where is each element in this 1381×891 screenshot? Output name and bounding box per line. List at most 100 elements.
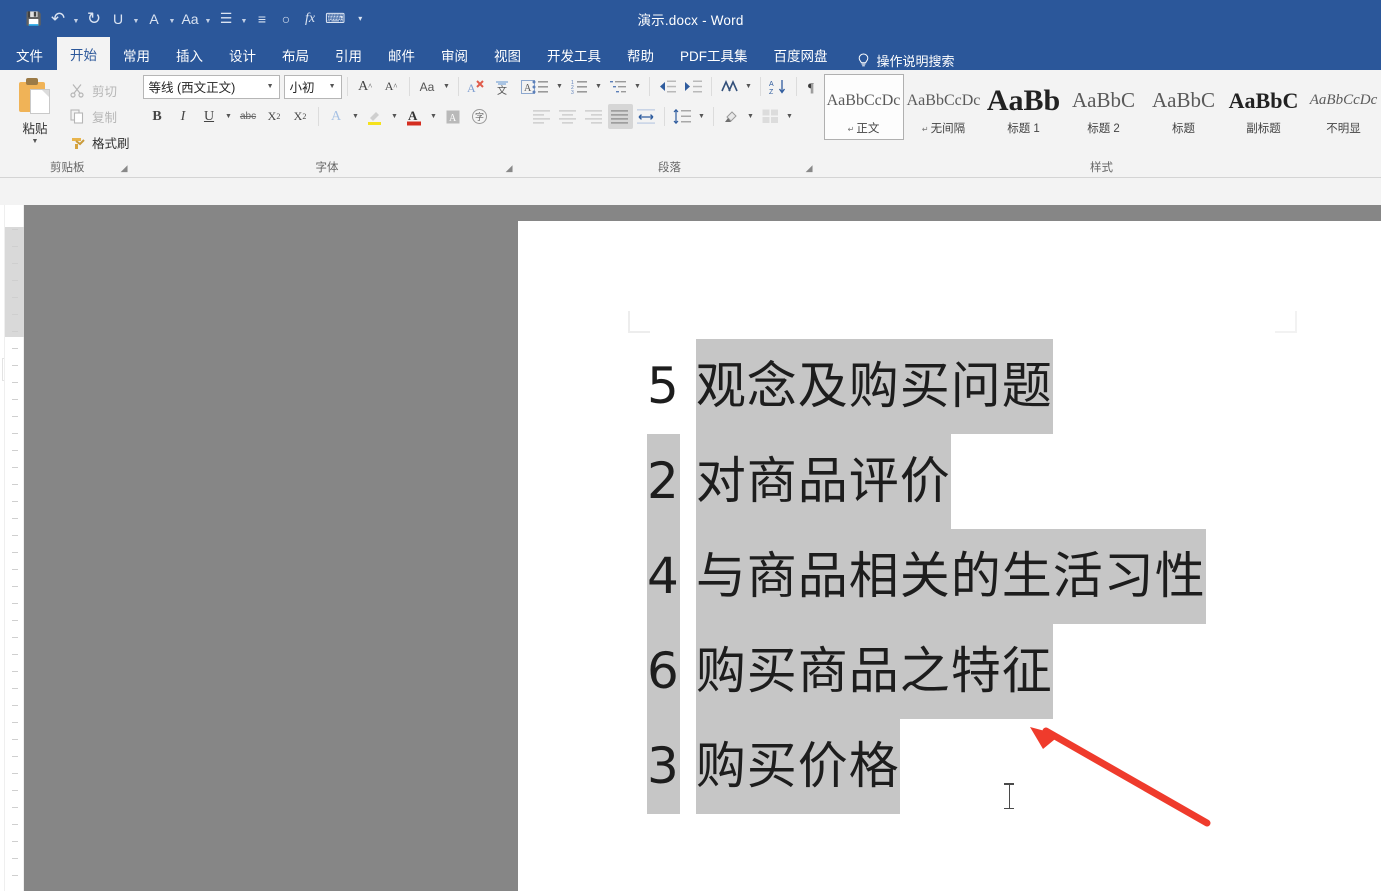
distribute-button[interactable] [634,104,659,129]
chevron-down-icon[interactable]: ▼ [70,5,82,33]
style-tile-4[interactable]: AaBbC 标题 [1144,74,1224,140]
ribbon-tab-9[interactable]: 视图 [481,40,534,70]
clear-formatting-button[interactable]: A [464,74,489,99]
line-spacing-button[interactable] [670,104,695,129]
ribbon-tab-1[interactable]: 开始 [57,37,110,70]
font-dialog-launcher[interactable]: ◢ [506,163,513,174]
style-tile-6[interactable]: AaBbCcDc 不明显 [1304,74,1381,140]
change-case-icon[interactable]: Aa [178,5,202,33]
style-tile-1[interactable]: AaBbCcDc ↵ 无间隔 [904,74,984,140]
circle-shape-icon[interactable]: ○ [274,5,298,33]
underline-button[interactable]: U [197,104,222,129]
enclose-character-button[interactable]: 字 [467,104,492,129]
clipboard-command-format-painter[interactable]: 格式刷 [64,131,135,154]
document-page[interactable]: 5 观念及购买问题 2 对商品评价 4 与商品相关的生活习性 6 购买商品之特征 3 购买价格 [518,221,1381,891]
change-case-button[interactable]: Aa [415,74,440,99]
font-color-icon[interactable]: A [142,5,166,33]
phonetic-guide-button[interactable]: 文 [490,74,515,99]
document-line[interactable]: 4 与商品相关的生活习性 [647,529,1367,624]
style-tile-5[interactable]: AaBbC 副标题 [1224,74,1304,140]
ribbon-tab-13[interactable]: 百度网盘 [761,40,841,70]
document-line[interactable]: 3 购买价格 [647,719,1367,814]
chevron-down-icon[interactable]: ▼ [223,104,235,129]
clipboard-dialog-launcher[interactable]: ◢ [121,163,128,174]
chevron-down-icon[interactable]: ▼ [784,104,796,129]
strikethrough-button[interactable]: abc [236,104,261,129]
align-center-button[interactable] [556,104,581,129]
more-icon[interactable]: ▾ [348,5,372,33]
text-effects-button[interactable]: A [324,104,349,129]
chevron-down-icon[interactable]: ▼ [32,138,39,146]
align-right-button[interactable] [582,104,607,129]
chevron-down-icon[interactable]: ▼ [743,74,755,99]
decrease-font-size-button[interactable]: A ^ [379,74,404,99]
document-line[interactable]: 6 购买商品之特征 [647,624,1367,719]
comment-icon[interactable]: ⌨ [322,5,348,33]
chevron-down-icon[interactable]: ▼ [202,5,214,33]
document-text[interactable]: 5 观念及购买问题 2 对商品评价 4 与商品相关的生活习性 6 购买商品之特征 3 购买价格 [647,339,1367,814]
shading-button[interactable] [719,104,744,129]
underline-icon[interactable]: U [106,5,130,33]
ribbon-tab-8[interactable]: 审阅 [428,40,481,70]
undo-icon[interactable]: ↶ [46,5,70,33]
multilevel-list-button[interactable] [606,74,631,99]
bold-button[interactable]: B [145,104,170,129]
ribbon-tab-12[interactable]: PDF工具集 [667,40,761,70]
bullet-list-icon[interactable]: ☰ [214,5,238,33]
chevron-down-icon[interactable]: ▼ [441,74,453,99]
italic-button[interactable]: I [171,104,196,129]
paste-button[interactable]: 粘贴 ▼ [6,76,64,146]
font-size-combo[interactable]: 小初 ▼ [283,74,342,99]
chevron-down-icon[interactable]: ▼ [554,74,566,99]
chevron-down-icon[interactable]: ▼ [593,74,605,99]
font-name-combo[interactable]: 等线 (西文正文) ▼ [142,74,280,99]
bullets-button[interactable] [528,74,553,99]
chevron-down-icon[interactable]: ▼ [745,104,757,129]
justify-button[interactable] [607,104,633,129]
decrease-indent-button[interactable] [655,74,680,99]
formula-icon[interactable]: fx [298,5,322,33]
text-highlight-button[interactable] [363,104,388,129]
style-tile-3[interactable]: AaBbC 标题 2 [1064,74,1144,140]
font-color-button[interactable]: A [402,104,427,129]
subscript-button[interactable]: X2 [262,104,287,129]
ribbon-tab-10[interactable]: 开发工具 [534,40,614,70]
ribbon-tab-7[interactable]: 邮件 [375,40,428,70]
ribbon-tab-0[interactable]: 文件 [0,40,57,70]
chevron-down-icon[interactable]: ▼ [350,104,362,129]
paragraph-dialog-launcher[interactable]: ◢ [806,163,813,174]
asian-layout-button[interactable] [717,74,742,99]
chevron-down-icon[interactable]: ▼ [238,5,250,33]
ribbon-tab-2[interactable]: 常用 [110,40,163,70]
chevron-down-icon[interactable]: ▼ [428,104,440,129]
vertical-ruler[interactable] [4,205,25,891]
numbering-button[interactable]: 1 2 3 [567,74,592,99]
document-line[interactable]: 5 观念及购买问题 [647,339,1367,434]
increase-font-size-button[interactable]: A ^ [353,74,378,99]
ribbon-tab-4[interactable]: 设计 [216,40,269,70]
save-icon[interactable]: 💾 [22,5,46,33]
chevron-down-icon[interactable]: ▼ [166,5,178,33]
ribbon-tab-6[interactable]: 引用 [322,40,375,70]
ribbon-tab-3[interactable]: 插入 [163,40,216,70]
align-left-button[interactable] [530,104,555,129]
chevron-down-icon[interactable]: ▼ [632,74,644,99]
increase-indent-button[interactable] [681,74,706,99]
document-line[interactable]: 2 对商品评价 [647,434,1367,529]
ribbon-tab-5[interactable]: 布局 [269,40,322,70]
style-tile-0[interactable]: AaBbCcDc ↵ 正文 [823,74,904,140]
character-shading-button[interactable]: A [441,104,466,129]
chevron-down-icon[interactable]: ▼ [696,104,708,129]
chevron-down-icon[interactable]: ▼ [130,5,142,33]
ribbon-tab-11[interactable]: 帮助 [614,40,667,70]
tell-me-search[interactable]: 操作说明搜索 [841,51,955,70]
style-tile-2[interactable]: AaBb 标题 1 [984,74,1064,140]
borders-button[interactable] [758,104,783,129]
sort-icon: AZ [769,79,786,95]
chevron-down-icon[interactable]: ▼ [389,104,401,129]
redo-icon[interactable]: ↻ [82,5,106,33]
align-icon[interactable]: ≡ [250,5,274,33]
sort-button[interactable]: AZ [766,74,791,99]
line-text: 观念及购买问题 [695,339,1053,434]
superscript-button[interactable]: X2 [288,104,313,129]
